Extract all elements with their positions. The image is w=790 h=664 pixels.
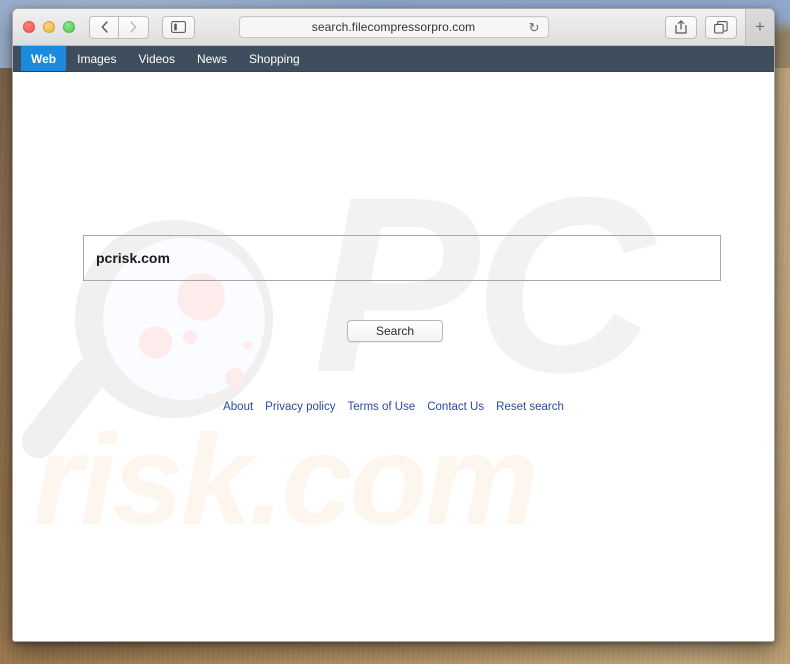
address-bar[interactable]: search.filecompressorpro.com ↻ (238, 16, 549, 38)
nav-item-videos[interactable]: Videos (127, 46, 185, 71)
nav-item-web[interactable]: Web (21, 46, 67, 71)
close-window-button[interactable] (23, 21, 35, 33)
search-button[interactable]: Search (347, 320, 443, 342)
browser-window: search.filecompressorpro.com ↻ + Web Ima… (12, 8, 775, 642)
browser-toolbar: search.filecompressorpro.com ↻ + (13, 9, 774, 46)
tabs-icon (714, 20, 728, 34)
new-tab-button[interactable]: + (745, 9, 774, 46)
footer-link-privacy[interactable]: Privacy policy (265, 401, 335, 413)
nav-item-shopping[interactable]: Shopping (238, 46, 311, 71)
show-tabs-button[interactable] (705, 15, 737, 39)
back-button[interactable] (89, 15, 119, 39)
url-text: search.filecompressorpro.com (311, 20, 476, 34)
lens-blob (225, 368, 245, 388)
forward-button[interactable] (119, 15, 149, 39)
sidebar-toggle-button[interactable] (162, 15, 195, 39)
lens-blob (243, 341, 252, 350)
watermark-pc-text: PC (313, 145, 654, 424)
lens-blob (183, 330, 197, 344)
reload-icon[interactable]: ↻ (529, 21, 540, 34)
site-navigation-bar: Web Images Videos News Shopping (13, 46, 774, 72)
navigation-buttons (89, 15, 195, 39)
chevron-right-icon (130, 21, 137, 33)
chevron-left-icon (101, 21, 108, 33)
window-controls (23, 21, 75, 33)
maximize-window-button[interactable] (63, 21, 75, 33)
footer-links: About Privacy policy Terms of Use Contac… (13, 401, 774, 413)
toolbar-right-group: + (665, 9, 774, 46)
footer-link-reset-search[interactable]: Reset search (496, 401, 564, 413)
lens-blob (139, 326, 172, 359)
search-input-value: pcrisk.com (96, 250, 170, 266)
sidebar-icon (171, 21, 186, 33)
share-icon (675, 20, 687, 34)
minimize-window-button[interactable] (43, 21, 55, 33)
nav-item-images[interactable]: Images (66, 46, 127, 71)
footer-link-terms[interactable]: Terms of Use (347, 401, 415, 413)
nav-item-news[interactable]: News (186, 46, 238, 71)
search-input[interactable]: pcrisk.com (83, 235, 721, 281)
share-button[interactable] (665, 15, 697, 39)
footer-link-contact[interactable]: Contact Us (427, 401, 484, 413)
page-content: PC risk.com pcrisk.com Search About Priv (13, 72, 774, 641)
footer-link-about[interactable]: About (223, 401, 253, 413)
